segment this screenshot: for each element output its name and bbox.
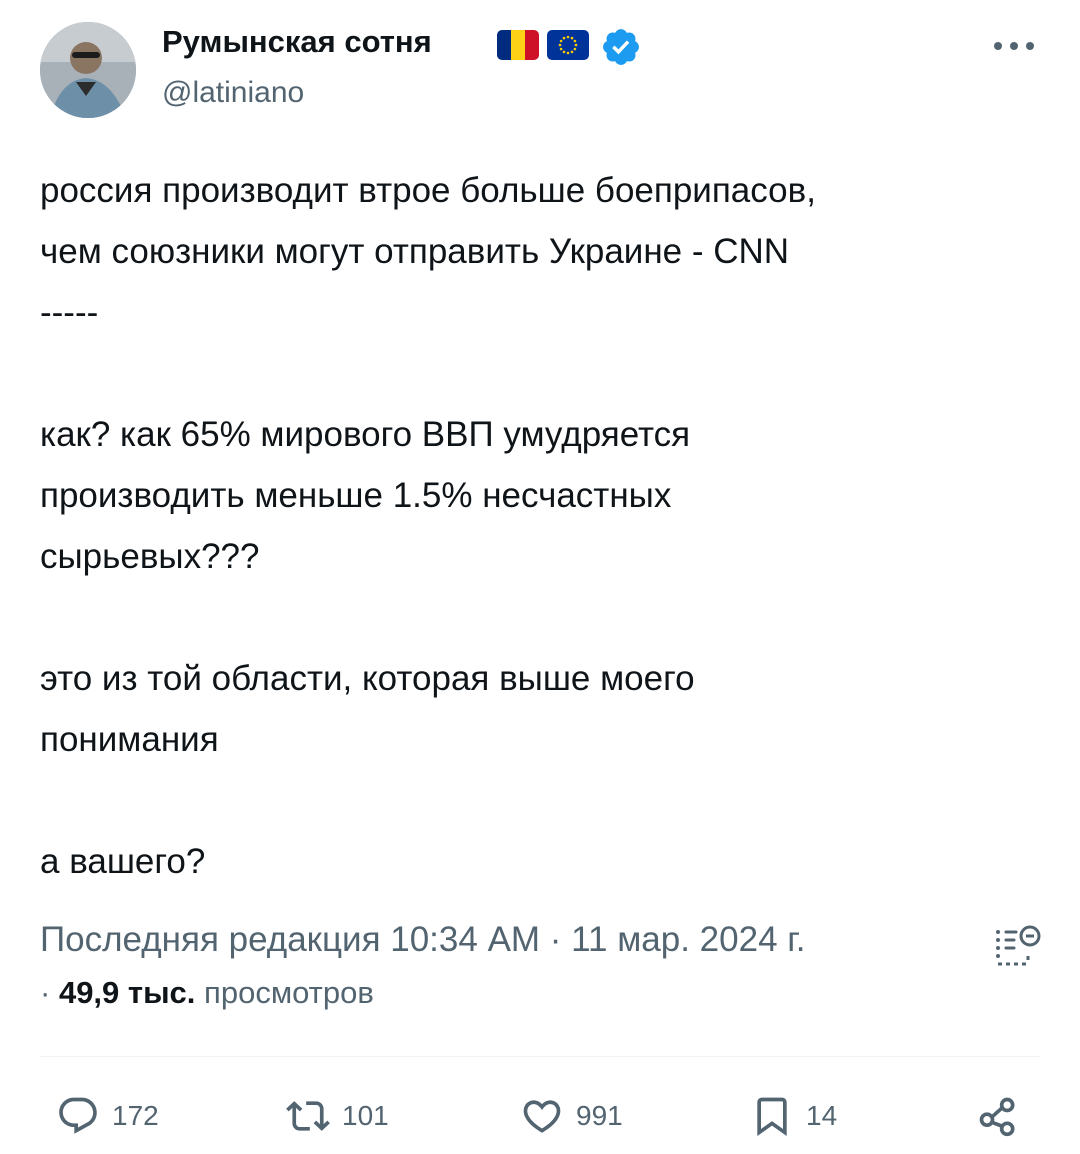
avatar-image bbox=[40, 22, 136, 118]
repost-icon bbox=[286, 1101, 330, 1131]
like-button[interactable]: 991 bbox=[520, 1092, 623, 1140]
author-handle[interactable]: @latiniano bbox=[162, 76, 304, 110]
views-line: · 49,9 тыс. просмотров bbox=[40, 975, 374, 1011]
meta-separator: · bbox=[40, 975, 51, 1010]
reply-button[interactable]: 172 bbox=[56, 1092, 159, 1140]
share-icon bbox=[979, 1097, 1015, 1137]
edit-history-icon[interactable] bbox=[992, 922, 1042, 970]
reply-icon bbox=[59, 1097, 97, 1134]
edited-timestamp[interactable]: Последняя редакция 10:34 AM · 11 мар. 20… bbox=[40, 920, 805, 960]
views-label: просмотров bbox=[204, 975, 374, 1010]
heart-icon bbox=[523, 1100, 561, 1133]
bookmark-count: 14 bbox=[806, 1100, 838, 1131]
repost-count: 101 bbox=[342, 1100, 389, 1131]
like-count: 991 bbox=[576, 1100, 623, 1131]
more-options-icon[interactable] bbox=[990, 36, 1038, 56]
author-name[interactable]: Румынская сотня bbox=[162, 24, 432, 60]
eu-flag-icon bbox=[547, 30, 589, 60]
reply-count: 172 bbox=[112, 1100, 159, 1131]
romania-flag-icon bbox=[497, 30, 539, 60]
avatar[interactable] bbox=[40, 22, 136, 118]
views-count: 49,9 тыс. bbox=[58, 975, 196, 1010]
divider bbox=[40, 1056, 1040, 1057]
bookmark-icon bbox=[757, 1097, 787, 1137]
verified-badge-icon bbox=[600, 26, 642, 68]
share-button[interactable] bbox=[976, 1092, 1020, 1140]
repost-button[interactable]: 101 bbox=[286, 1092, 389, 1140]
author-flags bbox=[497, 30, 589, 60]
bookmark-button[interactable]: 14 bbox=[750, 1092, 837, 1140]
tweet-text: россия производит втрое больше боеприпас… bbox=[40, 171, 816, 881]
